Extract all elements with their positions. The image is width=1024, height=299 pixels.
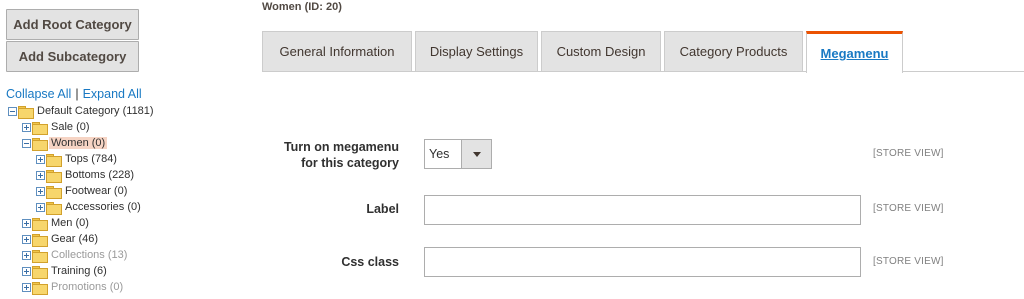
expand-icon[interactable] [22,282,31,292]
tree-label[interactable]: Gear (46) [49,233,100,245]
select-arrow-button[interactable] [461,140,491,168]
tree-node-footwear[interactable]: Footwear (0) [36,183,129,199]
folder-icon [32,265,48,279]
megamenu-toggle-label-line1: Turn on megamenu [283,140,399,154]
tab-category-products[interactable]: Category Products [664,31,803,72]
tree-label[interactable]: Training (6) [49,265,109,277]
expand-icon[interactable] [22,234,31,244]
tree-label-selected[interactable]: Women (0) [49,137,108,149]
page-title: Women (ID: 20) [262,1,342,13]
tree-node-collections[interactable]: Collections (13) [22,247,129,263]
tab-general-information[interactable]: General Information [262,31,412,72]
tree-label[interactable]: Men (0) [49,217,91,229]
scope-store-view: [STORE VIEW] [873,256,944,267]
scope-store-view: [STORE VIEW] [873,203,944,214]
collapse-all-link[interactable]: Collapse All [6,87,71,101]
folder-icon [32,281,48,295]
megamenu-toggle-label-line2: for this category [301,156,399,170]
folder-icon [32,217,48,231]
collapse-icon[interactable] [8,106,17,116]
add-root-category-button[interactable]: Add Root Category [6,9,139,40]
tree-node-promotions[interactable]: Promotions (0) [22,279,125,295]
label-field-label: Label [366,202,399,216]
folder-open-icon [18,105,34,119]
tree-node-bottoms[interactable]: Bottoms (228) [36,167,136,183]
megamenu-toggle-select[interactable]: Yes [424,139,492,169]
tab-megamenu[interactable]: Megamenu [806,31,903,73]
tree-label[interactable]: Collections (13) [49,249,129,261]
tree-node-tops[interactable]: Tops (784) [36,151,119,167]
folder-icon [46,153,62,167]
folder-icon [46,185,62,199]
chevron-down-icon [472,151,481,157]
expand-icon[interactable] [36,154,45,164]
expand-all-link[interactable]: Expand All [83,87,142,101]
expand-icon[interactable] [22,218,31,228]
expand-icon[interactable] [36,186,45,196]
label-input[interactable] [424,195,861,225]
folder-icon [32,121,48,135]
expand-icon[interactable] [36,202,45,212]
folder-icon [46,169,62,183]
expand-icon[interactable] [22,266,31,276]
collapse-icon[interactable] [22,138,31,148]
folder-open-icon [32,137,48,151]
scope-store-view: [STORE VIEW] [873,148,944,159]
tree-node-training[interactable]: Training (6) [22,263,109,279]
tree-controls: Collapse All | Expand All [6,87,142,101]
expand-icon[interactable] [36,170,45,180]
megamenu-toggle-label: Turn on megamenu for this category [262,139,399,171]
expand-icon[interactable] [22,250,31,260]
css-class-field-label: Css class [341,255,399,269]
folder-icon [46,201,62,215]
tree-label[interactable]: Default Category (1181) [35,105,156,117]
tree-node-sale[interactable]: Sale (0) [22,119,92,135]
expand-icon[interactable] [22,122,31,132]
tab-custom-design[interactable]: Custom Design [541,31,661,72]
folder-icon [32,233,48,247]
tree-label[interactable]: Promotions (0) [49,281,125,293]
tab-display-settings[interactable]: Display Settings [415,31,538,72]
tree-label[interactable]: Bottoms (228) [63,169,136,181]
tree-node-women[interactable]: Women (0) [22,135,108,151]
tree-label[interactable]: Accessories (0) [63,201,143,213]
tree-node-default-category[interactable]: Default Category (1181) [8,103,156,119]
tree-label[interactable]: Sale (0) [49,121,92,133]
tree-label[interactable]: Footwear (0) [63,185,129,197]
folder-icon [32,249,48,263]
css-class-input[interactable] [424,247,861,277]
tree-label[interactable]: Tops (784) [63,153,119,165]
megamenu-toggle-value: Yes [429,147,450,161]
add-subcategory-button[interactable]: Add Subcategory [6,41,139,72]
tree-links-separator: | [75,87,79,101]
tree-node-gear[interactable]: Gear (46) [22,231,100,247]
tree-node-accessories[interactable]: Accessories (0) [36,199,143,215]
tree-node-men[interactable]: Men (0) [22,215,91,231]
